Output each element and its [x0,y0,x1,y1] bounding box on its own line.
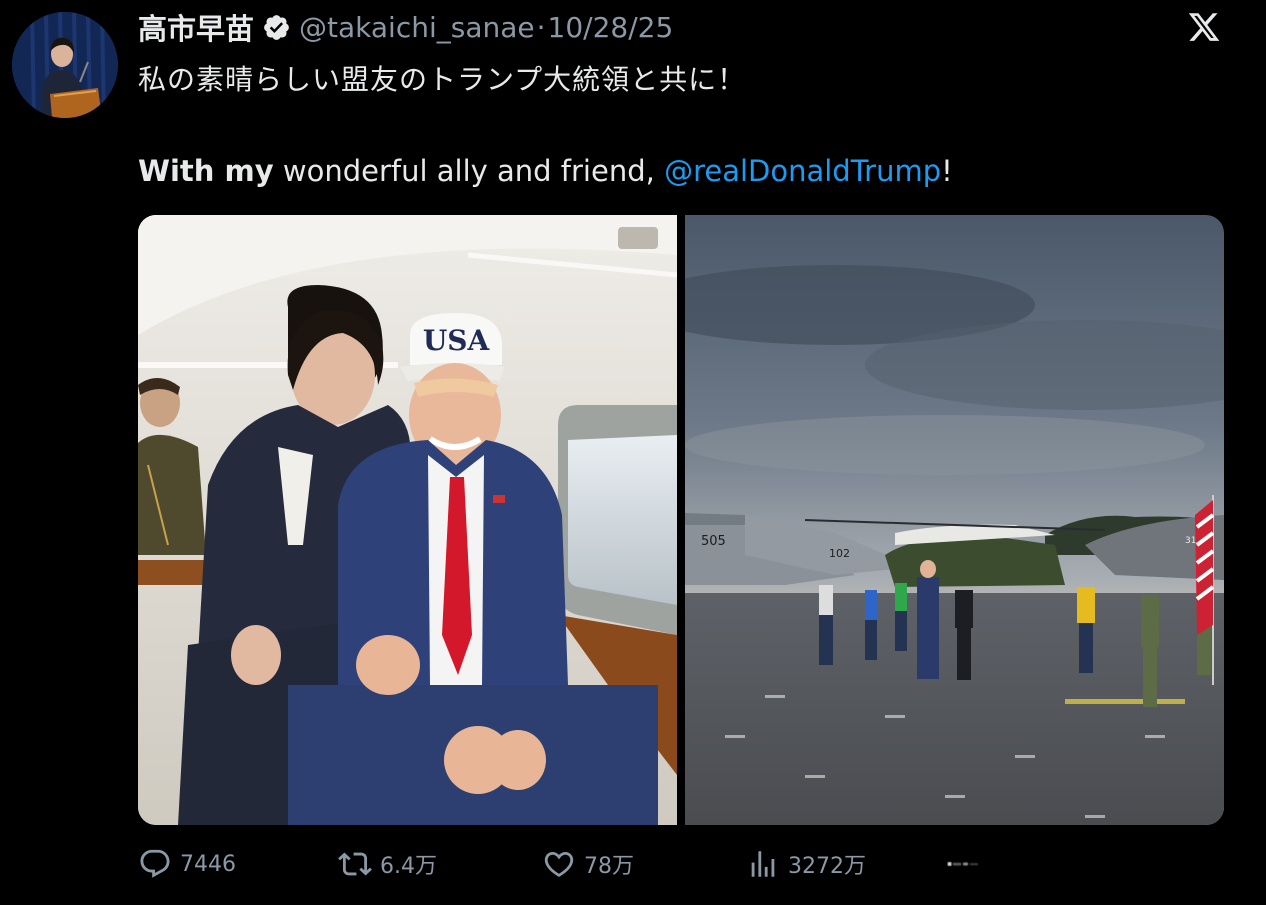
views-count: 3272万 [788,854,866,879]
reply-button[interactable]: 7446 [138,844,236,884]
tweet-date[interactable]: 10/28/25 [548,11,674,44]
display-name[interactable]: 高市早苗 [138,6,254,48]
photo-helicopter-cabin[interactable]: USA [138,215,677,825]
jet-number-102: 102 [829,547,850,560]
avatar-photo-icon [12,12,118,118]
separator-dot: · [536,10,546,44]
tweet-text-japanese: 私の素晴らしい盟友のトランプ大統領と共に！ [138,63,747,96]
retweet-icon [338,852,372,876]
views-button[interactable]: 3272万 [746,844,866,884]
obscured-actions [946,844,1166,884]
photo-divider [677,215,685,825]
cap-text: USA [423,324,491,357]
like-count: 78万 [584,854,634,879]
text-regular-part: wonderful ally and friend, [273,154,665,188]
tweet-text-english: With my wonderful ally and friend, @real… [138,154,953,188]
views-icon [751,851,775,877]
retweet-count: 6.4万 [380,854,437,879]
avatar[interactable] [12,12,118,118]
blurred-region [946,847,1146,881]
mention-link[interactable]: @realDonaldTrump [664,154,941,188]
user-handle[interactable]: @takaichi_sanae [299,11,535,44]
x-logo-icon[interactable] [1187,10,1221,44]
reply-icon [140,849,170,878]
photo-carrier-deck[interactable]: 505 102 315 [685,215,1224,825]
media-grid: USA 505 102 315 [138,215,1224,825]
like-button[interactable]: 78万 [542,844,634,884]
verified-badge-icon [262,13,291,42]
tweet-actions: 7446 6.4万 78万 3272万 [138,844,1224,884]
heart-icon [544,851,574,877]
tweet: 高市早苗 @takaichi_sanae · 10/28/25 私の素晴らしい盟… [0,0,1266,905]
text-bold-part: With my [138,154,274,188]
text-end-part: ! [941,154,953,188]
retweet-button[interactable]: 6.4万 [338,844,437,884]
jet-number-505: 505 [701,534,726,549]
tweet-header: 高市早苗 @takaichi_sanae · 10/28/25 [138,6,673,48]
reply-count: 7446 [180,851,236,877]
